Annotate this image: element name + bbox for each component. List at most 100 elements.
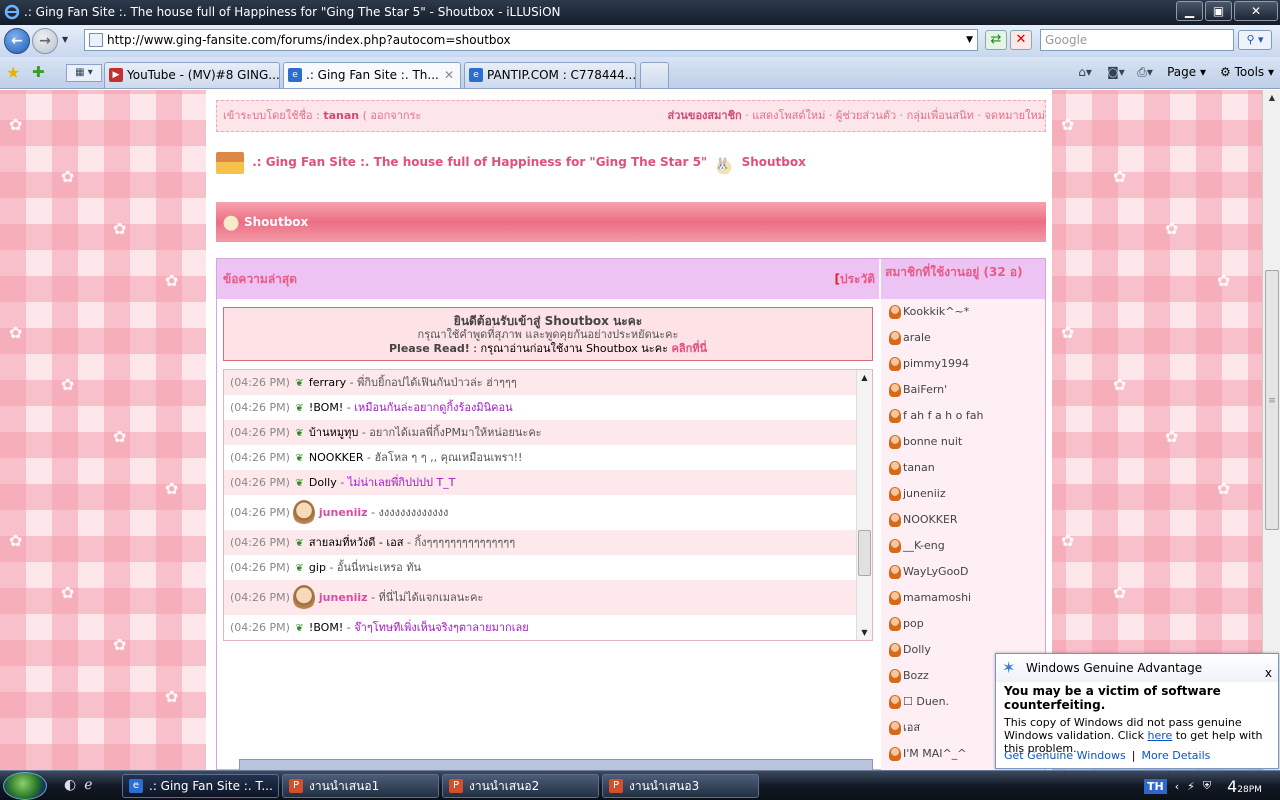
member-item[interactable]: NOOKKER	[881, 507, 1045, 533]
member-item[interactable]: pop	[881, 611, 1045, 637]
scroll-up-icon[interactable]: ▲	[1264, 90, 1280, 106]
language-indicator[interactable]: TH	[1144, 778, 1167, 794]
member-item[interactable]: mamamoshi	[881, 585, 1045, 611]
scroll-thumb[interactable]	[858, 530, 871, 576]
security-shield-icon[interactable]: ⛨	[1203, 779, 1211, 793]
member-nav-links[interactable]: · แสดงโพสต์ใหม่ · ผู้ช่วยส่วนตัว · กลุ่ม…	[745, 109, 1045, 122]
member-name: __K-eng	[903, 539, 945, 552]
taskbar-item-label: .: Ging Fan Site :. T...	[149, 779, 273, 793]
page-menu[interactable]: Page ▾	[1167, 65, 1206, 79]
shout-input-bar[interactable]	[239, 759, 873, 770]
breadcrumb-shoutbox-link[interactable]: Shoutbox	[742, 155, 806, 169]
member-area-link[interactable]: ส่วนของสมาชิก	[668, 109, 742, 122]
chevron-left-icon[interactable]: ‹	[1175, 780, 1179, 793]
print-icon[interactable]: ⎙▾	[1137, 64, 1153, 80]
person-icon	[889, 383, 901, 397]
taskbar-item-ppt2[interactable]: P งานนำเสนอ2	[442, 774, 599, 798]
search-input[interactable]: Google	[1040, 29, 1234, 51]
member-item[interactable]: tanan	[881, 455, 1045, 481]
window-titlebar[interactable]: .: Ging Fan Site :. The house full of Ha…	[0, 0, 1280, 25]
member-item[interactable]: f ah f a h o fah	[881, 403, 1045, 429]
new-tab-button[interactable]	[640, 62, 669, 88]
tab-ging-fan-site[interactable]: e .: Ging Fan Site :. Th... ✕	[283, 62, 461, 88]
member-item[interactable]: pimmy1994	[881, 351, 1045, 377]
member-item[interactable]: arale	[881, 325, 1045, 351]
wga-close-button[interactable]: x	[1265, 659, 1272, 687]
message-author[interactable]: บ้านหมูทุบ	[309, 426, 358, 439]
logout-link[interactable]: ( ออกจากระ	[363, 109, 422, 122]
message-time: (04:26 PM)	[230, 376, 290, 389]
network-icon[interactable]: ⚡	[1187, 780, 1195, 793]
back-button[interactable]: ←	[4, 28, 30, 54]
message-author[interactable]: !BOM!	[309, 621, 343, 634]
history-dropdown-icon[interactable]: ▼	[62, 35, 68, 44]
scroll-down-icon[interactable]: ▼	[857, 625, 872, 640]
message-author[interactable]: ferrary	[309, 376, 346, 389]
rss-feed-icon[interactable]: ◙▾	[1107, 64, 1125, 80]
message-list[interactable]: (04:26 PM) ❦ ferrary - พี่กิบยิ้กอปได้เฟ…	[223, 369, 873, 641]
member-item[interactable]: BaiFern'	[881, 377, 1045, 403]
scroll-thumb[interactable]: ≡	[1265, 270, 1279, 530]
read-text: : กรุณาอ่านก่อนใช้งาน Shoutbox นะคะ	[473, 342, 668, 355]
shoutbox-title: Shoutbox	[244, 215, 309, 229]
get-genuine-link[interactable]: Get Genuine Windows	[1004, 749, 1126, 762]
member-item[interactable]: Kookkik^~*	[881, 299, 1045, 325]
clock-period: PM	[1248, 784, 1262, 795]
flower-pattern-icon: ✿	[1217, 479, 1231, 498]
add-favorite-icon[interactable]: ✚	[32, 63, 45, 81]
message-author[interactable]: สายลมที่หวังดี - เอส	[309, 536, 404, 549]
history-link[interactable]: ประวัติ	[833, 259, 879, 299]
refresh-button[interactable]: ⇄	[985, 30, 1007, 50]
taskbar-item-ie[interactable]: e .: Ging Fan Site :. T...	[122, 774, 279, 798]
message-author[interactable]: NOOKKER	[309, 451, 364, 464]
maximize-button[interactable]: ▣	[1205, 1, 1232, 21]
message-author[interactable]: juneniiz	[319, 591, 368, 604]
person-icon	[889, 669, 901, 683]
quick-tabs-button[interactable]: ▦ ▾	[66, 64, 102, 82]
stop-button[interactable]: ✕	[1010, 30, 1032, 50]
search-button[interactable]: ⚲ ▾	[1238, 30, 1272, 50]
member-item[interactable]: juneniiz	[881, 481, 1045, 507]
ie-icon[interactable]: ℯ	[84, 777, 92, 793]
message-author[interactable]: juneniiz	[319, 506, 368, 519]
chevron-down-icon[interactable]: ▼	[966, 30, 973, 50]
wga-notification[interactable]: ✶ Windows Genuine Advantage x You may be…	[995, 653, 1279, 769]
start-button[interactable]	[3, 772, 47, 800]
message-author[interactable]: Dolly	[309, 476, 337, 489]
flower-pattern-icon: ✿	[1113, 583, 1127, 602]
message-scrollbar[interactable]: ▲ ▼	[856, 370, 872, 640]
close-button[interactable]: ✕	[1234, 1, 1278, 21]
flower-pattern-icon: ✿	[9, 531, 23, 550]
address-bar[interactable]: http://www.ging-fansite.com/forums/index…	[84, 29, 978, 51]
wga-title-bar: ✶ Windows Genuine Advantage x	[996, 654, 1278, 682]
wga-here-link[interactable]: here	[1147, 729, 1172, 742]
forward-button[interactable]: →	[32, 28, 58, 54]
breadcrumb-site-link[interactable]: .: Ging Fan Site :. The house full of Ha…	[252, 155, 707, 169]
member-item[interactable]: WayLyGooD	[881, 559, 1045, 585]
clock[interactable]: 428PM	[1227, 777, 1262, 796]
taskbar-item-ppt1[interactable]: P งานนำเสนอ1	[282, 774, 439, 798]
tools-menu[interactable]: ⚙ Tools ▾	[1220, 65, 1274, 79]
username-link[interactable]: tanan	[323, 109, 359, 122]
click-here-link[interactable]: คลิกที่นี่	[671, 342, 707, 355]
ie-icon	[4, 4, 20, 20]
favorites-star-icon[interactable]: ★	[6, 63, 20, 82]
clock-minute: 28	[1237, 784, 1249, 795]
tools-menu-label: Tools	[1234, 65, 1265, 79]
close-tab-icon[interactable]: ✕	[444, 63, 454, 87]
home-icon[interactable]: ⌂▾	[1077, 64, 1093, 80]
message-author[interactable]: !BOM!	[309, 401, 343, 414]
message-author[interactable]: gip	[309, 561, 326, 574]
member-item[interactable]: __K-eng	[881, 533, 1045, 559]
message-text: - จ๊าๆโทษทีเพิ่งเห็นจริงๆตาลายมากเลย	[346, 621, 529, 634]
taskbar-item-ppt3[interactable]: P งานนำเสนอ3	[602, 774, 759, 798]
minimize-button[interactable]: ▁	[1176, 1, 1203, 21]
tab-pantip[interactable]: e PANTIP.COM : C778444...	[464, 62, 636, 88]
more-details-link[interactable]: More Details	[1141, 749, 1210, 762]
member-item[interactable]: bonne nuit	[881, 429, 1045, 455]
scroll-up-icon[interactable]: ▲	[857, 370, 872, 385]
shout-message: (04:26 PM) ❦ สายลมที่หวังดี - เอส - กิ้ง…	[224, 530, 872, 555]
wga-title: Windows Genuine Advantage	[1026, 661, 1203, 675]
tab-youtube[interactable]: ▶ YouTube - (MV)#8 GING...	[104, 62, 280, 88]
show-desktop-icon[interactable]: ◐	[64, 777, 76, 793]
